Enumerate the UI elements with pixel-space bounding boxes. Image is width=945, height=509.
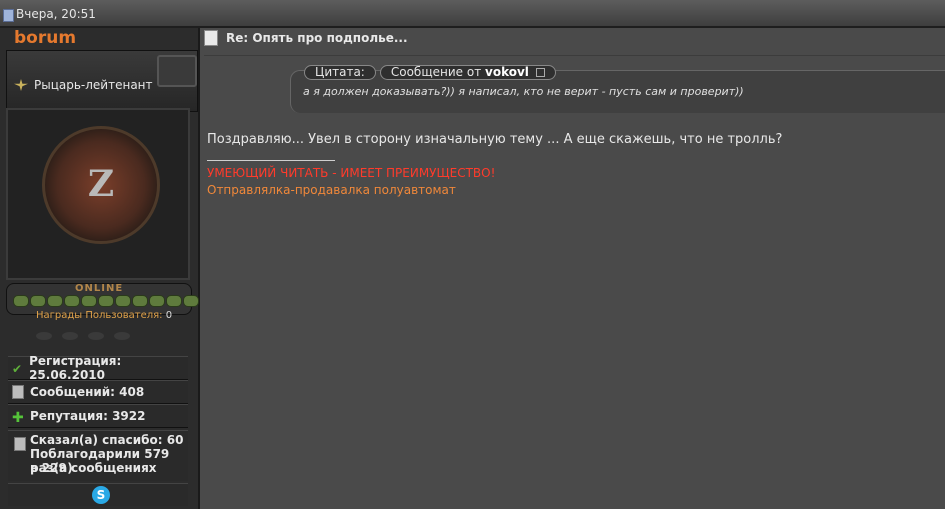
thanked-in-posts[interactable]: в 229 сообщениях: [30, 461, 157, 475]
username-link[interactable]: borum: [14, 28, 76, 48]
plus-icon: ✚: [12, 410, 24, 426]
online-dot: [98, 295, 114, 307]
document-icon: [3, 9, 14, 22]
online-dot: [13, 295, 29, 307]
awards-count: 0: [165, 310, 173, 321]
skype-icon[interactable]: S: [92, 486, 110, 504]
stat-reputation: ✚ Репутация: 3922: [8, 404, 188, 428]
check-icon: ✔: [12, 362, 23, 376]
document-icon: [14, 437, 26, 451]
online-dot: [183, 295, 199, 307]
stat-thanks: Сказал(а) спасибо: 60 Поблагодарили 579 …: [8, 430, 188, 481]
document-icon: [12, 385, 24, 399]
avatar-emblem-letter: Z: [87, 163, 115, 205]
quote-header: Цитата: Сообщение от vokovl: [304, 65, 556, 80]
post-message: Поздравляю... Увел в сторону изначальную…: [207, 132, 783, 147]
signature-line-1: УМЕЮЩИЙ ЧИТАТЬ - ИМЕЕТ ПРЕИМУЩЕСТВО!: [207, 166, 496, 180]
rank-icon: [14, 79, 28, 91]
rank-title: Рыцарь-лейтенант: [34, 78, 153, 92]
post-title-row: Re: Опять про подполье...: [204, 30, 408, 46]
post-header-bar: Вчера, 20:51: [0, 0, 945, 28]
online-dot: [149, 295, 165, 307]
stat-messages: Сообщений: 408: [8, 380, 188, 404]
divider: [204, 55, 945, 56]
online-dot: [166, 295, 182, 307]
post-date: Вчера, 20:51: [16, 7, 96, 21]
online-dot: [30, 295, 46, 307]
messages-count: Сообщений: 408: [30, 385, 145, 399]
registration-date: Регистрация: 25.06.2010: [29, 354, 122, 382]
user-profile-panel: borum Рыцарь-лейтенант Z ONLINE Награды …: [0, 28, 200, 509]
award-slot: [114, 332, 130, 340]
signature-line-2: Отправлялка-продавалка полуавтомат: [207, 183, 456, 197]
online-indicator-dots: [13, 295, 199, 307]
awards-label: Награды Пользователя:: [36, 310, 163, 321]
avatar[interactable]: Z: [42, 126, 160, 244]
thanks-said: Сказал(а) спасибо: 60: [30, 433, 184, 447]
award-slot: [36, 332, 52, 340]
post-title: Re: Опять про подполье...: [226, 31, 408, 45]
award-slot: [88, 332, 104, 340]
user-rank: Рыцарь-лейтенант: [14, 78, 153, 92]
online-dot: [81, 295, 97, 307]
online-dot: [47, 295, 63, 307]
contact-row: S: [8, 483, 188, 506]
award-slot: [62, 332, 78, 340]
online-status-label: ONLINE: [75, 283, 124, 294]
quote-source: Сообщение от vokovl: [379, 65, 556, 80]
award-slots: [36, 332, 130, 340]
quote-text: а я должен доказывать?)) я написал, кто …: [303, 85, 744, 98]
document-icon: [204, 30, 218, 46]
online-dot: [115, 295, 131, 307]
quote-from-label: Сообщение от: [390, 65, 482, 79]
quote-author: vokovl: [485, 65, 529, 79]
online-dot: [132, 295, 148, 307]
signature-divider: [207, 160, 335, 161]
reputation-value: Репутация: 3922: [30, 409, 146, 423]
online-dot: [64, 295, 80, 307]
quote-label: Цитата:: [304, 65, 376, 80]
view-post-icon[interactable]: [535, 68, 545, 77]
stat-registration: ✔ Регистрация: 25.06.2010: [8, 354, 188, 382]
rank-badge-frame: [157, 55, 197, 87]
user-awards: Награды Пользователя: 0: [36, 310, 172, 321]
avatar-frame: Z: [6, 108, 190, 280]
